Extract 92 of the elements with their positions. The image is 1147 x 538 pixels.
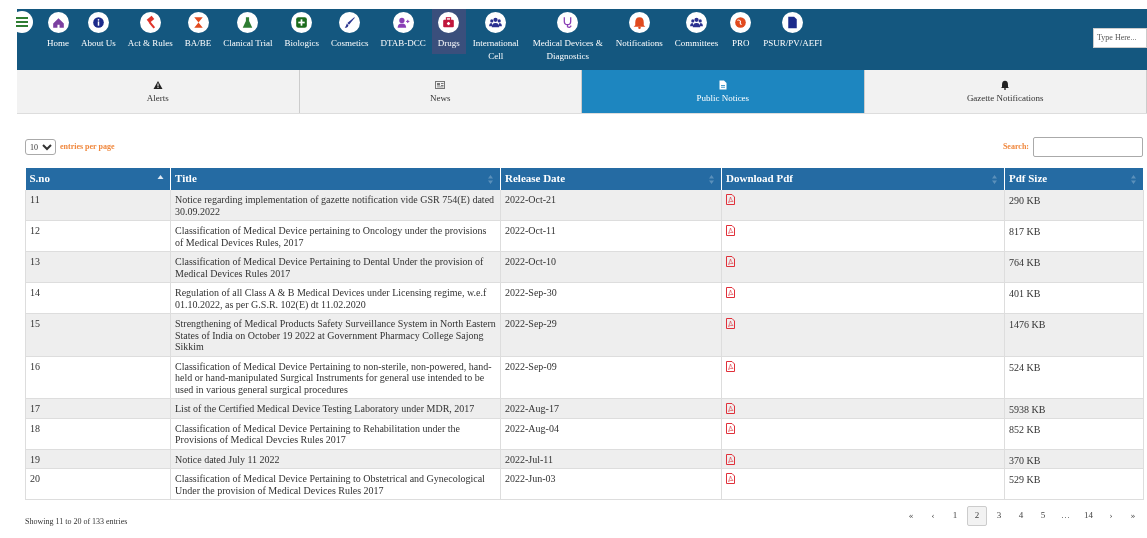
table-cell: 401 KB — [1009, 288, 1041, 299]
page-link[interactable]: 1 — [945, 506, 965, 526]
page-link[interactable]: 5 — [1033, 506, 1053, 526]
table-cell: 2022-Sep-30 — [505, 287, 557, 298]
entries-info: Showing 11 to 20 of 133 entries — [25, 516, 128, 528]
table-cell: 2022-Oct-11 — [505, 225, 556, 236]
page-link[interactable]: 2 — [967, 506, 987, 526]
table-cell: 14 — [30, 287, 40, 298]
nav-item[interactable]: DTAB-DCC — [374, 9, 432, 54]
pdf-icon[interactable] — [726, 287, 735, 298]
table-cell: 12 — [30, 225, 40, 236]
table-cell: 17 — [30, 403, 40, 414]
nav-item[interactable]: International Cell — [465, 9, 526, 67]
bell-icon — [1000, 79, 1011, 90]
pdf-icon[interactable] — [726, 256, 735, 267]
table-cell: 370 KB — [1009, 454, 1041, 466]
table-cell: 2022-Sep-29 — [505, 318, 557, 329]
nav-item[interactable]: Cosmetics — [325, 9, 375, 54]
table-cell: Notice dated July 11 2022 — [175, 453, 280, 465]
pdf-icon[interactable] — [726, 473, 735, 484]
document-icon — [717, 79, 728, 90]
nav-item[interactable]: PSUR/PV/AEFI — [757, 9, 829, 54]
table-cell: 13 — [30, 256, 40, 267]
table-cell: Classification of Medical Device pertaining to Oncology under the provisions of Medical Devices Rules, 2017 — [175, 225, 487, 248]
search-field[interactable]: Type Here... — [1093, 27, 1147, 48]
pdf-icon[interactable] — [726, 403, 735, 414]
table-cell: Classification of Medical Device Pertaining to non-sterile, non-powered, hand-held or hand-manipulated Surgical Instruments for general use intended to be used in various general surgical procedures — [175, 360, 492, 395]
table-cell: 2022-Aug-04 — [505, 422, 559, 434]
table-cell: 852 KB — [1009, 423, 1041, 435]
table-cell: 2022-Oct-21 — [505, 194, 557, 205]
pdf-icon[interactable] — [726, 360, 735, 372]
search-label: Search: — [1002, 141, 1029, 153]
nav-item[interactable]: Medical Devices & Diagnostics — [525, 9, 610, 67]
table-cell: 2022-Aug-17 — [505, 403, 559, 414]
table-cell: Regulation of all Class A & B Medical Devices under Licensing regime, w.e.f 01.10.2022, as per G.S.R. 102(E) dt 11.02.2020 — [175, 287, 487, 310]
nav-item[interactable]: Clanical Trial — [217, 9, 279, 54]
table-cell: Strengthening of Medical Products Safety Surveillance System in North Eastern States of India on October 19 2022 at Government Pharmacy College Sajong Sikkim — [175, 318, 496, 352]
pdf-icon[interactable] — [726, 318, 735, 329]
table-cell: 15 — [30, 318, 40, 329]
entries-dropdown[interactable]: 10 — [25, 139, 56, 155]
table-cell: Classification of Medical Device Pertaining to Rehabilitation under the Provisions of Medical Devcies Rules 2017 — [175, 422, 460, 445]
table-cell: 524 KB — [1009, 361, 1041, 373]
page-link[interactable]: « — [901, 506, 921, 526]
table-cell: Classification of Medical Device Pertaining to Obstetrical and Gynecological Under the provision of Medical Devices Rules 2017 — [175, 473, 485, 496]
pdf-icon[interactable] — [726, 422, 735, 434]
page-link[interactable]: … — [1055, 506, 1076, 526]
newspaper-icon — [435, 79, 446, 90]
pdf-icon[interactable] — [726, 453, 735, 465]
column-header[interactable]: Title — [170, 168, 501, 190]
nav-item[interactable]: About Us — [75, 9, 122, 54]
table-cell: 19 — [30, 453, 40, 465]
warning-icon — [152, 79, 163, 90]
table-cell: List of the Certified Medical Device Testing Laboratory under MDR, 2017 — [175, 403, 475, 414]
nav-item[interactable]: Committees — [668, 9, 725, 54]
table-cell: 2022-Oct-10 — [505, 256, 557, 267]
nav-item[interactable]: PRO — [724, 9, 758, 54]
search-field[interactable] — [1033, 137, 1143, 157]
table-cell: 18 — [30, 422, 40, 434]
page-link[interactable]: ‹ — [923, 506, 943, 526]
table-cell: 529 KB — [1009, 474, 1041, 485]
page-link[interactable]: » — [1123, 506, 1143, 526]
table-cell: 16 — [30, 360, 40, 372]
table-cell: Notice regarding implementation of gazette notification vide GSR 754(E) dated 30.09.2022 — [175, 194, 495, 217]
nav-item[interactable]: BA/BE — [178, 9, 218, 54]
nav-item[interactable]: Biologics — [278, 9, 326, 54]
nav-item[interactable]: Home — [41, 9, 75, 54]
column-header[interactable]: S.no — [25, 168, 171, 190]
nav-item[interactable]: Act & Rules — [121, 9, 179, 54]
table-cell: 1476 KB — [1009, 319, 1046, 330]
entries-label: entries per page — [60, 141, 115, 153]
table-cell: 2022-Sep-09 — [505, 360, 557, 372]
table-cell: 290 KB — [1009, 195, 1041, 206]
table-cell: 5938 KB — [1009, 404, 1046, 415]
table-cell: 11 — [30, 194, 40, 205]
table-cell: 2022-Jun-03 — [505, 473, 556, 484]
column-header[interactable]: Download Pdf — [721, 168, 1005, 190]
page-link[interactable]: 3 — [989, 506, 1009, 526]
table-cell: 20 — [30, 473, 40, 484]
nav-item[interactable]: Notifications — [609, 9, 669, 54]
nav-item[interactable]: Drugs — [431, 9, 466, 54]
tab[interactable]: Public Notices — [582, 70, 865, 113]
table-cell: 817 KB — [1009, 226, 1041, 237]
page-link[interactable]: 4 — [1011, 506, 1031, 526]
pdf-icon[interactable] — [726, 225, 735, 236]
table-cell: Classification of Medical Device Pertaining to Dental Under the provision of Medical Devices Rules 2017 — [175, 256, 484, 279]
table-cell: 2022-Jul-11 — [505, 453, 553, 465]
page-link[interactable]: 14 — [1078, 506, 1099, 526]
column-header[interactable]: Release Date — [500, 168, 722, 190]
pdf-icon[interactable] — [726, 194, 735, 205]
table-cell: 764 KB — [1009, 257, 1041, 268]
column-header[interactable]: Pdf Size — [1004, 168, 1144, 190]
page-link[interactable]: › — [1101, 506, 1121, 526]
